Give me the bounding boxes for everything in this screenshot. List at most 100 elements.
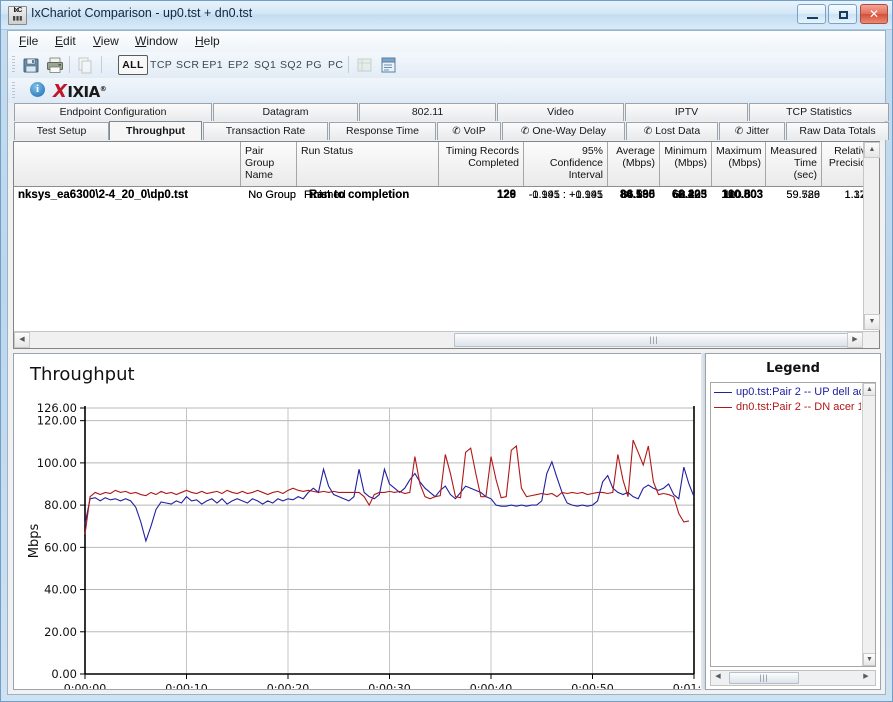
save-icon[interactable] bbox=[22, 56, 40, 74]
scroll-right-arrow[interactable]: ▶ bbox=[859, 671, 873, 685]
filter-ep2[interactable]: EP2 bbox=[226, 57, 251, 73]
ixia-logo: XIXIA® bbox=[53, 81, 107, 102]
filter-scr[interactable]: SCR bbox=[174, 57, 201, 73]
svg-text:60.00: 60.00 bbox=[44, 540, 77, 554]
column-header-confidence-interval[interactable]: 95% Confidence Interval bbox=[524, 142, 608, 186]
svg-text:0:00:20: 0:00:20 bbox=[267, 682, 309, 690]
print-icon[interactable] bbox=[46, 56, 64, 74]
column-header-name[interactable] bbox=[14, 142, 241, 186]
filter-sq2[interactable]: SQ2 bbox=[278, 57, 304, 73]
svg-text:0:00:50: 0:00:50 bbox=[571, 682, 613, 690]
table-horizontal-scrollbar[interactable]: ◀ ||| ▶ bbox=[14, 331, 879, 348]
svg-text:40.00: 40.00 bbox=[44, 583, 77, 597]
tab-raw-data-totals[interactable]: Raw Data Totals bbox=[786, 122, 889, 140]
legend-vertical-scrollbar[interactable]: ▲ ▼ bbox=[862, 383, 875, 666]
legend-item-dn[interactable]: dn0.tst:Pair 2 -- DN acer 18 bbox=[714, 400, 861, 414]
tab-datagram[interactable]: Datagram bbox=[213, 103, 358, 121]
chart-plot: 0.00 20.00 40.00 60.00 80.00 100.00 120.00126.… bbox=[27, 401, 703, 690]
svg-text:20.00: 20.00 bbox=[44, 625, 77, 639]
scroll-down-arrow[interactable]: ▼ bbox=[864, 314, 880, 330]
table-row[interactable]: No Group Finished 129 -1.141 : +1.141 86… bbox=[14, 187, 879, 204]
tab-test-setup[interactable]: Test Setup bbox=[14, 122, 109, 140]
svg-text:Mbps: Mbps bbox=[27, 524, 42, 559]
scroll-left-arrow[interactable]: ◀ bbox=[14, 332, 30, 348]
copy-icon bbox=[76, 56, 94, 74]
export-icon bbox=[356, 56, 374, 74]
table-body: nksys_ea6300\2-4_20_0\up0.tst Ran to com… bbox=[14, 187, 879, 330]
tab-throughput[interactable]: Throughput bbox=[109, 121, 202, 140]
column-header-maximum[interactable]: Maximum (Mbps) bbox=[712, 142, 766, 186]
tab-row-primary: Test Setup Throughput Transaction Rate R… bbox=[8, 121, 889, 141]
svg-text:0.00: 0.00 bbox=[51, 667, 77, 681]
legend-color-swatch bbox=[714, 391, 732, 393]
cell-minimum: 66.225 bbox=[673, 189, 707, 201]
toolbar-primary: ALL TCP SCR EP1 EP2 SQ1 SQ2 PG PC bbox=[8, 52, 885, 79]
svg-text:120.00: 120.00 bbox=[37, 414, 77, 428]
legend-list: up0.tst:Pair 2 -- UP dell ace dn0.tst:Pa… bbox=[710, 382, 876, 667]
close-button[interactable]: ✕ bbox=[860, 4, 888, 24]
menu-window[interactable]: Window bbox=[128, 34, 185, 49]
window-title: IxChariot Comparison - up0.tst + dn0.tst bbox=[31, 6, 253, 20]
tab-tcp-statistics[interactable]: TCP Statistics bbox=[749, 103, 889, 121]
tab-response-time[interactable]: Response Time bbox=[329, 122, 436, 140]
tab-802-11[interactable]: 802.11 bbox=[359, 103, 496, 121]
column-header-timing-records[interactable]: Timing Records Completed bbox=[439, 142, 524, 186]
svg-text:80.00: 80.00 bbox=[44, 498, 77, 512]
table-header-row: Pair Group Name Run Status Timing Records… bbox=[14, 142, 879, 187]
tab-row-secondary: Endpoint Configuration Datagram 802.11 V… bbox=[8, 103, 889, 122]
column-header-measured-time[interactable]: Measured Time (sec) bbox=[766, 142, 822, 186]
filter-all[interactable]: ALL bbox=[118, 55, 148, 75]
legend-title: Legend bbox=[766, 361, 820, 376]
horizontal-scroll-thumb[interactable]: ||| bbox=[729, 672, 799, 684]
menu-edit[interactable]: Edit bbox=[48, 34, 83, 49]
tab-transaction-rate[interactable]: Transaction Rate bbox=[203, 122, 328, 140]
phone-icon: ✆ bbox=[452, 126, 461, 137]
minimize-button[interactable] bbox=[797, 4, 826, 24]
tab-jitter[interactable]: ✆ Jitter bbox=[719, 122, 785, 140]
throughput-chart: Throughput 0.00 20.00 40.00 60.00 80.00 100.0… bbox=[13, 353, 703, 690]
filter-pg[interactable]: PG bbox=[304, 57, 324, 73]
tab-voip[interactable]: ✆ VoIP bbox=[437, 122, 501, 140]
tab-video[interactable]: Video bbox=[497, 103, 624, 121]
legend-panel: Legend up0.tst:Pair 2 -- UP dell ace dn0… bbox=[705, 353, 881, 690]
maximize-button[interactable] bbox=[828, 4, 857, 24]
tab-lost-data[interactable]: ✆ Lost Data bbox=[626, 122, 718, 140]
cell-confidence: -1.141 : +1.141 bbox=[528, 189, 603, 201]
tab-iptv[interactable]: IPTV bbox=[625, 103, 748, 121]
report-icon[interactable] bbox=[380, 56, 398, 74]
scroll-up-arrow[interactable]: ▲ bbox=[863, 383, 875, 396]
scroll-down-arrow[interactable]: ▼ bbox=[863, 653, 875, 666]
scroll-left-arrow[interactable]: ◀ bbox=[711, 671, 725, 685]
column-header-average[interactable]: Average (Mbps) bbox=[608, 142, 660, 186]
menu-help[interactable]: Help bbox=[188, 34, 227, 49]
legend-item-up[interactable]: up0.tst:Pair 2 -- UP dell ace bbox=[714, 385, 861, 399]
title-bar: IxC ▮▮▮ IxChariot Comparison - up0.tst + … bbox=[1, 1, 892, 30]
cell-run-status: Finished bbox=[304, 189, 346, 201]
filter-sq1[interactable]: SQ1 bbox=[252, 57, 278, 73]
horizontal-scroll-thumb[interactable]: ||| bbox=[454, 333, 854, 347]
svg-text:0:00:30: 0:00:30 bbox=[368, 682, 410, 690]
table-vertical-scrollbar[interactable]: ▲ ▼ bbox=[863, 142, 880, 330]
svg-text:0:00:40: 0:00:40 bbox=[470, 682, 512, 690]
tab-one-way-delay[interactable]: ✆ One-Way Delay bbox=[502, 122, 625, 140]
menu-file[interactable]: File bbox=[12, 34, 45, 49]
svg-text:0:01:00: 0:01:00 bbox=[673, 682, 703, 690]
filter-tcp[interactable]: TCP bbox=[148, 57, 174, 73]
results-table: Pair Group Name Run Status Timing Records… bbox=[13, 141, 880, 349]
info-icon[interactable]: i bbox=[30, 82, 45, 97]
toolbar-grip-2[interactable] bbox=[12, 82, 15, 100]
legend-horizontal-scrollbar[interactable]: ◀ ||| ▶ bbox=[710, 670, 876, 686]
column-header-pair-group[interactable]: Pair Group Name bbox=[241, 142, 297, 186]
tab-endpoint-configuration[interactable]: Endpoint Configuration bbox=[14, 103, 212, 121]
menu-view[interactable]: View bbox=[86, 34, 126, 49]
toolbar-grip[interactable] bbox=[12, 56, 15, 74]
svg-text:0:00:00: 0:00:00 bbox=[64, 682, 106, 690]
filter-pc[interactable]: PC bbox=[326, 57, 345, 73]
scroll-right-arrow[interactable]: ▶ bbox=[847, 332, 863, 348]
column-header-run-status[interactable]: Run Status bbox=[297, 142, 439, 186]
application-window: IxC ▮▮▮ IxChariot Comparison - up0.tst + … bbox=[0, 0, 893, 702]
filter-ep1[interactable]: EP1 bbox=[200, 57, 225, 73]
column-header-minimum[interactable]: Minimum (Mbps) bbox=[660, 142, 712, 186]
scroll-up-arrow[interactable]: ▲ bbox=[864, 142, 880, 158]
svg-text:126.00: 126.00 bbox=[37, 401, 77, 415]
